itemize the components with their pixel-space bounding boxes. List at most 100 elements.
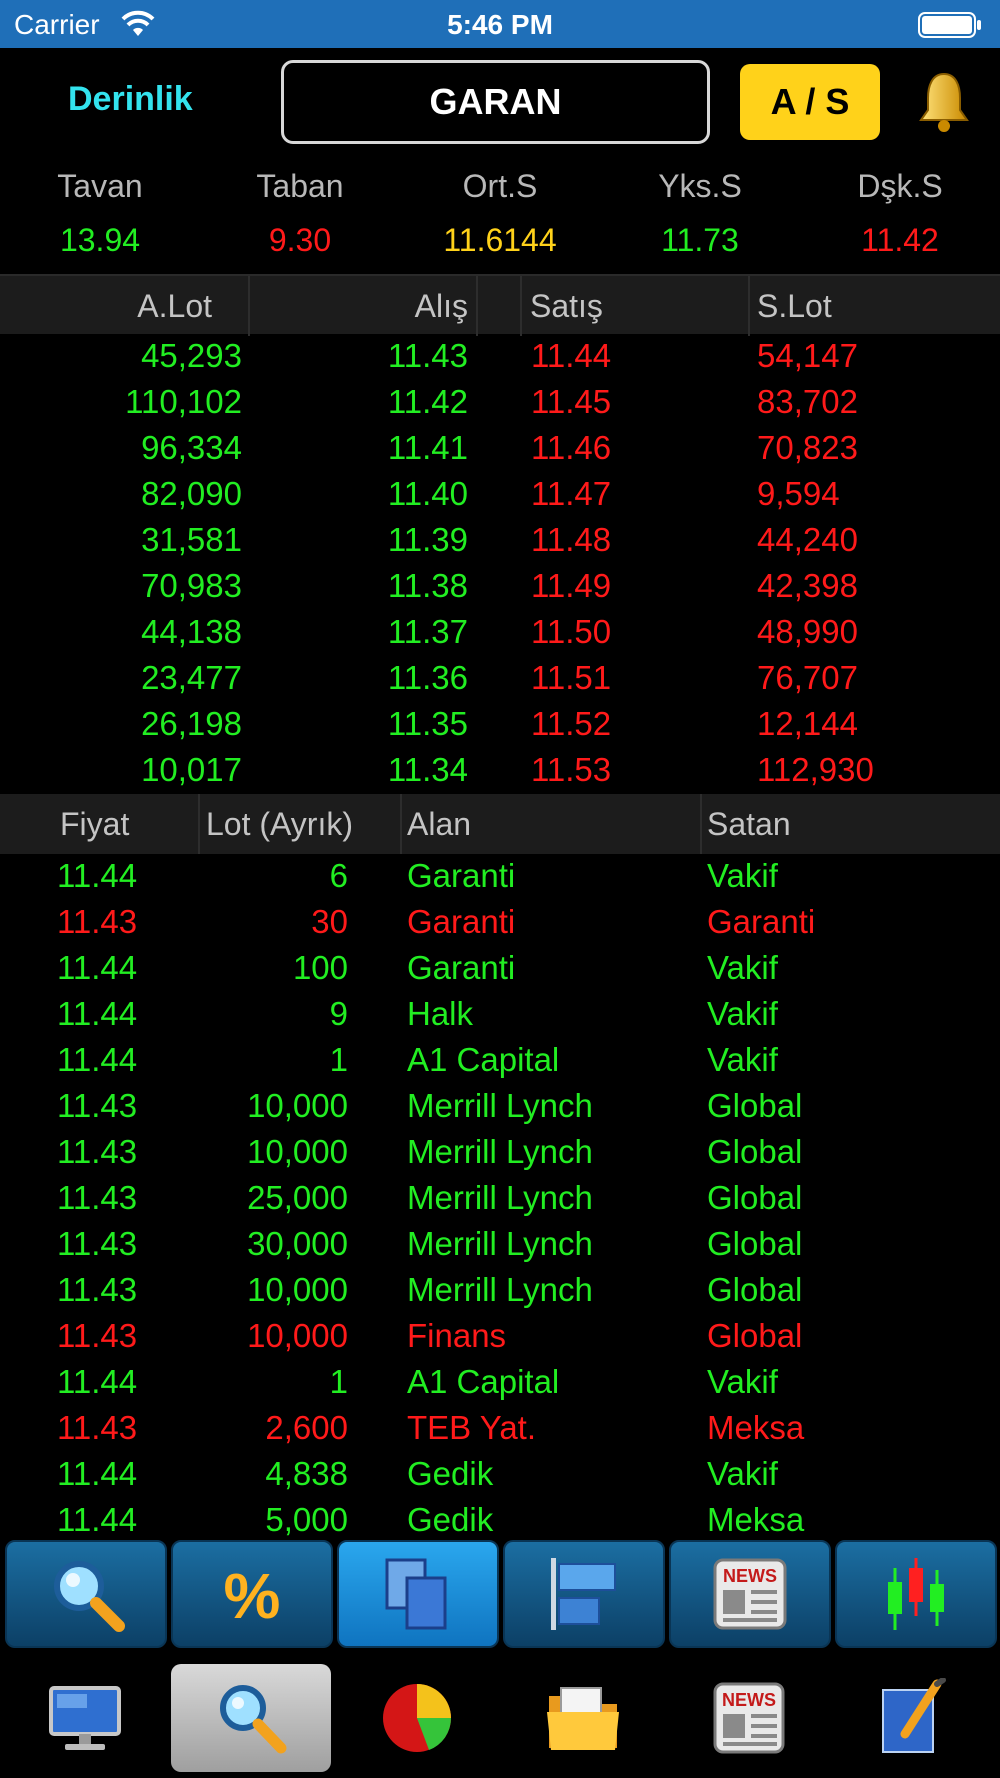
trade-row[interactable]: 11.44 100 Garanti Vakif — [0, 946, 1000, 992]
bid-price: 11.37 — [387, 613, 468, 650]
column-header-bid-lot: A.Lot — [137, 288, 212, 324]
bid-price: 11.42 — [387, 383, 468, 420]
trade-price: 11.44 — [57, 857, 138, 894]
bid-price: 11.38 — [387, 567, 468, 604]
trade-row[interactable]: 11.44 5,000 Gedik Meksa — [0, 1498, 1000, 1544]
depth-row[interactable]: 45,293 11.43 11.44 54,147 — [0, 334, 1000, 380]
column-header-buyer: Alan — [407, 806, 472, 842]
status-bar: Carrier 5:46 PM — [0, 0, 1000, 48]
trade-seller: Vakif — [707, 1041, 778, 1078]
bid-lot: 23,477 — [141, 659, 242, 696]
trade-lot: 9 — [329, 995, 348, 1032]
trade-row[interactable]: 11.43 10,000 Merrill Lynch Global — [0, 1084, 1000, 1130]
tab-market-watch[interactable] — [5, 1664, 165, 1772]
trade-price: 11.43 — [57, 903, 138, 940]
column-divider — [700, 794, 702, 854]
trade-buyer: Finans — [407, 1317, 507, 1354]
ask-price: 11.44 — [531, 337, 612, 374]
trade-row[interactable]: 11.44 6 Garanti Vakif — [0, 854, 1000, 900]
toolbar-bars-button[interactable] — [503, 1540, 665, 1648]
trade-row[interactable]: 11.43 10,000 Merrill Lynch Global — [0, 1130, 1000, 1176]
function-toolbar: % NEWS — [0, 1540, 1000, 1650]
trade-seller: Vakif — [707, 1455, 778, 1492]
trade-row[interactable]: 11.44 1 A1 Capital Vakif — [0, 1360, 1000, 1406]
search-icon — [54, 1561, 125, 1632]
trade-row[interactable]: 11.44 1 A1 Capital Vakif — [0, 1038, 1000, 1084]
copy-pages-icon — [385, 1558, 447, 1630]
trade-row[interactable]: 11.43 30,000 Merrill Lynch Global — [0, 1222, 1000, 1268]
depth-row[interactable]: 23,477 11.36 11.51 76,707 — [0, 656, 1000, 702]
depth-row[interactable]: 70,983 11.38 11.49 42,398 — [0, 564, 1000, 610]
toolbar-search-button[interactable] — [5, 1540, 167, 1648]
trade-seller: Vakif — [707, 857, 778, 894]
summary-ceiling: Tavan 13.94 — [0, 168, 200, 259]
trade-row[interactable]: 11.43 30 Garanti Garanti — [0, 900, 1000, 946]
bid-price: 11.36 — [387, 659, 468, 696]
toolbar-chart-button[interactable] — [835, 1540, 997, 1648]
bid-price: 11.34 — [387, 751, 468, 788]
trade-row[interactable]: 11.43 25,000 Merrill Lynch Global — [0, 1176, 1000, 1222]
tab-news[interactable]: NEWS — [669, 1664, 829, 1772]
trade-lot: 10,000 — [247, 1317, 348, 1354]
bid-lot: 31,581 — [141, 521, 242, 558]
bid-lot: 96,334 — [141, 429, 242, 466]
depth-row[interactable]: 31,581 11.39 11.48 44,240 — [0, 518, 1000, 564]
trade-buyer: Gedik — [407, 1455, 494, 1492]
trade-lot: 30 — [311, 903, 348, 940]
toolbar-copy-button[interactable] — [337, 1540, 499, 1648]
trade-price: 11.44 — [57, 1455, 138, 1492]
trade-row[interactable]: 11.43 10,000 Finans Global — [0, 1314, 1000, 1360]
candlestick-icon — [888, 1558, 944, 1630]
ask-price: 11.49 — [531, 567, 612, 604]
folder-icon — [547, 1687, 619, 1750]
toolbar-percent-button[interactable]: % — [171, 1540, 333, 1648]
ask-price: 11.45 — [531, 383, 612, 420]
trade-seller: Meksa — [707, 1409, 805, 1446]
trade-buyer: Merrill Lynch — [407, 1271, 593, 1308]
depth-row[interactable]: 110,102 11.42 11.45 83,702 — [0, 380, 1000, 426]
trade-lot: 10,000 — [247, 1087, 348, 1124]
toolbar-news-button[interactable]: NEWS — [669, 1540, 831, 1648]
trade-lot: 10,000 — [247, 1133, 348, 1170]
bid-lot: 110,102 — [125, 383, 242, 420]
trade-seller: Global — [707, 1225, 803, 1262]
depth-table-body: 45,293 11.43 11.44 54,147 110,102 11.42 11.45 8… — [0, 334, 1000, 794]
trade-seller: Global — [707, 1271, 803, 1308]
symbol-field[interactable]: GARAN — [281, 60, 710, 144]
bid-lot: 44,138 — [141, 613, 242, 650]
bar-align-icon — [551, 1558, 616, 1630]
summary-label: Yks.S — [658, 168, 742, 204]
news-icon: NEWS — [713, 1558, 787, 1630]
trade-price: 11.44 — [57, 1363, 138, 1400]
trade-seller: Vakif — [707, 949, 778, 986]
ask-lot: 54,147 — [757, 337, 858, 374]
percent-glyph: % — [224, 1560, 281, 1632]
trade-row[interactable]: 11.44 4,838 Gedik Vakif — [0, 1452, 1000, 1498]
depth-row[interactable]: 82,090 11.40 11.47 9,594 — [0, 472, 1000, 518]
summary-high: Yks.S 11.73 — [600, 168, 800, 259]
trade-seller: Global — [707, 1179, 803, 1216]
trade-row[interactable]: 11.43 2,600 TEB Yat. Meksa — [0, 1406, 1000, 1452]
depth-row[interactable]: 44,138 11.37 11.50 48,990 — [0, 610, 1000, 656]
trade-row[interactable]: 11.43 10,000 Merrill Lynch Global — [0, 1268, 1000, 1314]
ask-lot: 83,702 — [757, 383, 858, 420]
column-divider — [248, 276, 250, 336]
header: Derinlik GARAN A / S — [0, 48, 1000, 158]
depth-row[interactable]: 96,334 11.41 11.46 70,823 — [0, 426, 1000, 472]
tab-search[interactable] — [171, 1664, 331, 1772]
tab-documents[interactable] — [503, 1664, 663, 1772]
trade-price: 11.43 — [57, 1409, 138, 1446]
buy-sell-button[interactable]: A / S — [740, 64, 880, 140]
depth-row[interactable]: 26,198 11.35 11.52 12,144 — [0, 702, 1000, 748]
trades-table-header: Fiyat Lot (Ayrık) Alan Satan — [0, 794, 1000, 854]
ask-price: 11.46 — [531, 429, 612, 466]
trade-row[interactable]: 11.44 9 Halk Vakif — [0, 992, 1000, 1038]
depth-mode-button[interactable]: Derinlik — [68, 80, 193, 119]
bell-icon[interactable] — [916, 70, 972, 134]
bid-price: 11.40 — [387, 475, 468, 512]
news-icon: NEWS — [713, 1682, 785, 1754]
tab-portfolio[interactable] — [337, 1664, 497, 1772]
depth-row[interactable]: 10,017 11.34 11.53 112,930 — [0, 748, 1000, 794]
tab-orders[interactable] — [835, 1664, 995, 1772]
trades-table-body: 11.44 6 Garanti Vakif 11.43 30 Garanti Garanti 1… — [0, 854, 1000, 1544]
